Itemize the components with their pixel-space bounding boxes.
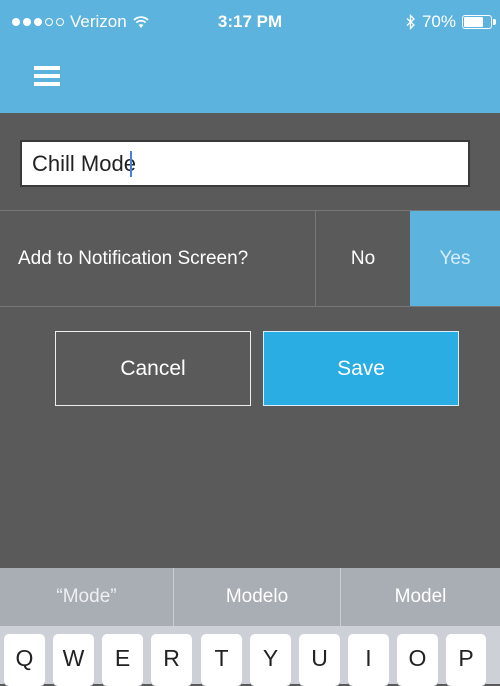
- suggestion-item[interactable]: “Mode”: [0, 568, 173, 626]
- battery-icon: [462, 15, 496, 29]
- key-o[interactable]: O: [397, 634, 438, 686]
- save-button[interactable]: Save: [263, 331, 459, 406]
- key-t[interactable]: T: [201, 634, 242, 686]
- key-w[interactable]: W: [53, 634, 94, 686]
- key-u[interactable]: U: [299, 634, 340, 686]
- key-e[interactable]: E: [102, 634, 143, 686]
- mode-name-input[interactable]: [20, 140, 470, 187]
- option-no-button[interactable]: No: [316, 211, 410, 306]
- hamburger-menu-icon[interactable]: [34, 66, 60, 86]
- suggestion-item[interactable]: Model: [341, 568, 500, 626]
- bluetooth-icon: [406, 14, 415, 30]
- battery-percent: 70%: [421, 12, 456, 31]
- status-bar: Verizon 3:17 PM 70%: [0, 0, 500, 40]
- key-r[interactable]: R: [151, 634, 192, 686]
- cancel-button[interactable]: Cancel: [55, 331, 251, 406]
- key-i[interactable]: I: [348, 634, 389, 686]
- keyboard: Q W E R T Y U I O P: [0, 626, 500, 686]
- text-caret: [130, 151, 132, 177]
- status-right: 70%: [406, 12, 496, 32]
- key-y[interactable]: Y: [250, 634, 291, 686]
- keyboard-suggestions-bar: “Mode” Modelo Model: [0, 568, 500, 626]
- notification-screen-label: Add to Notification Screen?: [18, 248, 249, 269]
- notification-screen-row: Add to Notification Screen? No Yes: [0, 210, 500, 307]
- key-q[interactable]: Q: [4, 634, 45, 686]
- key-p[interactable]: P: [446, 634, 486, 686]
- suggestion-item[interactable]: Modelo: [174, 568, 340, 626]
- option-yes-button[interactable]: Yes: [410, 211, 500, 306]
